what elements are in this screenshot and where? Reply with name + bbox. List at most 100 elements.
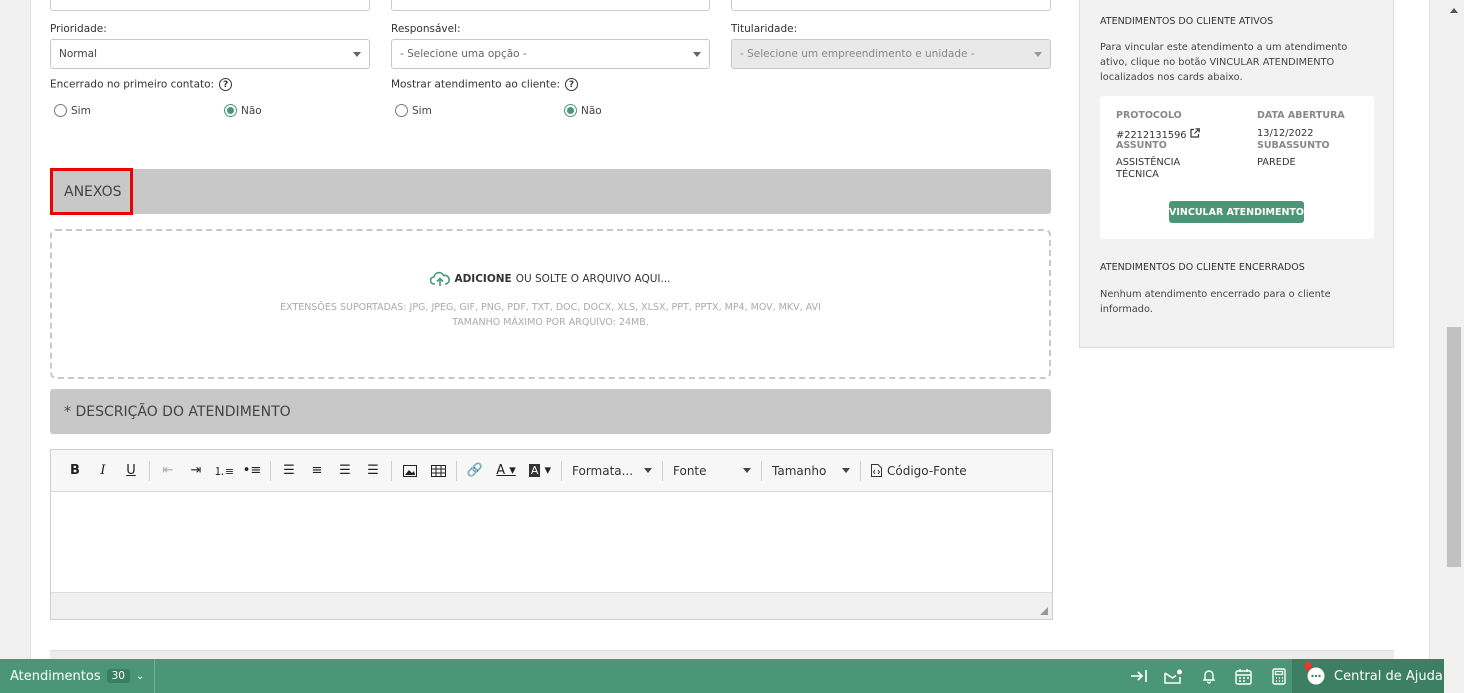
radio-label: Sim bbox=[71, 104, 91, 117]
toolbar-divider bbox=[391, 460, 392, 481]
mostrar-radio-nao[interactable]: Não bbox=[564, 104, 602, 117]
align-right-icon[interactable]: ☰ bbox=[331, 457, 359, 485]
input-field-top-left[interactable] bbox=[50, 0, 370, 11]
indent-icon[interactable]: ⇥ bbox=[182, 457, 210, 485]
drop-file-text: OU SOLTE O ARQUIVO AQUI... bbox=[515, 273, 671, 285]
input-field-top-right[interactable] bbox=[731, 0, 1051, 11]
vertical-scrollbar[interactable] bbox=[1444, 0, 1464, 693]
toolbar-divider bbox=[662, 460, 663, 481]
anexos-section-header[interactable]: ANEXOS bbox=[50, 169, 1051, 214]
atendimento-card: PROTOCOLO DATA ABERTURA #2212131596 13/1… bbox=[1100, 96, 1374, 239]
scrollbar-thumb[interactable] bbox=[1447, 327, 1461, 567]
toolbar-divider bbox=[860, 460, 861, 481]
radio-button[interactable] bbox=[395, 104, 408, 117]
bell-icon[interactable] bbox=[1198, 666, 1219, 687]
chevron-down-icon: ⌄ bbox=[135, 670, 145, 682]
toolbar-divider bbox=[456, 460, 457, 481]
descricao-section-header[interactable]: * DESCRIÇÃO DO ATENDIMENTO bbox=[50, 389, 1051, 434]
footer-icons bbox=[1128, 659, 1289, 693]
size-dropdown-label: Tamanho bbox=[772, 463, 827, 478]
vincular-atendimento-button[interactable]: VINCULAR ATENDIMENTO bbox=[1169, 201, 1304, 223]
source-code-button[interactable]: Código-Fonte bbox=[865, 464, 973, 478]
chevron-down-icon bbox=[743, 468, 751, 473]
assunto-label: ASSUNTO bbox=[1116, 140, 1167, 151]
toolbar-divider bbox=[270, 460, 271, 481]
resize-handle-icon[interactable] bbox=[1040, 607, 1048, 615]
help-icon[interactable]: ? bbox=[219, 78, 233, 91]
chevron-down-icon bbox=[644, 468, 652, 473]
atendimentos-count-badge: 30 bbox=[106, 669, 130, 683]
notification-dot bbox=[1304, 662, 1312, 670]
dropzone-main-text: ADICIONE OU SOLTE O ARQUIVO AQUI... bbox=[52, 271, 1049, 287]
scroll-up-arrow-icon[interactable] bbox=[1450, 8, 1458, 13]
text-color-icon[interactable]: A ▾ bbox=[489, 457, 523, 485]
data-abertura-value: 13/12/2022 bbox=[1257, 128, 1314, 139]
input-field-top-middle[interactable] bbox=[391, 0, 710, 11]
rich-text-editor[interactable]: B I U ⇤ ⇥ ⒈≡ •≡ ☰ ≡ ☰ ☰ 🔗 A ▾ A ▾ Format… bbox=[50, 449, 1053, 620]
align-justify-icon[interactable]: ☰ bbox=[359, 457, 387, 485]
subassunto-value: PAREDE bbox=[1257, 157, 1296, 168]
toolbar-divider bbox=[561, 460, 562, 481]
table-icon[interactable] bbox=[424, 457, 452, 485]
central-de-ajuda-button[interactable]: Central de Ajuda bbox=[1292, 659, 1444, 693]
data-abertura-label: DATA ABERTURA bbox=[1257, 110, 1345, 121]
assunto-value: ASSISTÊNCIA TÉCNICA bbox=[1116, 157, 1181, 180]
encerrado-radio-nao[interactable]: Não bbox=[224, 104, 262, 117]
align-left-icon[interactable]: ☰ bbox=[275, 457, 303, 485]
mail-icon[interactable] bbox=[1163, 666, 1184, 687]
background-color-icon[interactable]: A ▾ bbox=[523, 457, 557, 485]
prioridade-select[interactable]: Normal bbox=[50, 39, 370, 69]
mostrar-label: Mostrar atendimento ao cliente: bbox=[391, 78, 560, 91]
bulleted-list-icon[interactable]: •≡ bbox=[238, 457, 266, 485]
responsavel-label: Responsável: bbox=[391, 23, 461, 35]
titularidade-label: Titularidade: bbox=[731, 23, 798, 35]
format-dropdown-label: Formata... bbox=[572, 463, 634, 478]
radio-label: Não bbox=[581, 104, 602, 117]
responsavel-value: - Selecione uma opção - bbox=[400, 48, 527, 60]
add-file-link[interactable]: ADICIONE bbox=[454, 273, 511, 285]
numbered-list-icon[interactable]: ⒈≡ bbox=[210, 457, 238, 485]
chevron-down-icon bbox=[353, 51, 361, 57]
align-center-icon[interactable]: ≡ bbox=[303, 457, 331, 485]
external-link-icon[interactable] bbox=[1190, 128, 1200, 138]
collapse-right-icon[interactable] bbox=[1128, 666, 1149, 687]
italic-icon[interactable]: I bbox=[89, 457, 117, 485]
max-file-size: TAMANHO MÁXIMO POR ARQUIVO: 24MB. bbox=[452, 317, 649, 328]
help-icon[interactable]: ? bbox=[564, 78, 578, 91]
size-dropdown[interactable]: Tamanho bbox=[766, 464, 856, 478]
encerrado-radio-sim[interactable]: Sim bbox=[54, 104, 91, 117]
chevron-down-icon bbox=[1034, 51, 1042, 57]
radio-label: Sim bbox=[412, 104, 432, 117]
highlight-box bbox=[50, 168, 133, 215]
client-atendimentos-panel: ATENDIMENTOS DO CLIENTE ATIVOS Para vinc… bbox=[1079, 0, 1394, 348]
radio-button-selected[interactable] bbox=[564, 104, 577, 117]
source-code-icon bbox=[871, 464, 882, 477]
atendimentos-tab[interactable]: Atendimentos 30 ⌄ bbox=[0, 659, 156, 693]
format-dropdown[interactable]: Formata... bbox=[566, 464, 658, 478]
chevron-down-icon bbox=[842, 468, 850, 473]
font-dropdown-label: Fonte bbox=[673, 463, 707, 478]
toolbar-divider bbox=[761, 460, 762, 481]
descricao-title: * DESCRIÇÃO DO ATENDIMENTO bbox=[64, 403, 291, 420]
calendar-icon[interactable] bbox=[1233, 666, 1254, 687]
editor-status-bar bbox=[51, 592, 1052, 619]
underline-icon[interactable]: U bbox=[117, 457, 145, 485]
atendimentos-label: Atendimentos bbox=[10, 668, 101, 684]
file-dropzone[interactable]: ADICIONE OU SOLTE O ARQUIVO AQUI... EXTE… bbox=[50, 229, 1051, 379]
encerrado-label-row: Encerrado no primeiro contato:? bbox=[50, 78, 233, 91]
mostrar-radio-sim[interactable]: Sim bbox=[395, 104, 432, 117]
responsavel-select[interactable]: - Selecione uma opção - bbox=[391, 39, 710, 69]
outdent-icon[interactable]: ⇤ bbox=[154, 457, 182, 485]
titularidade-value: - Selecione um empreendimento e unidade … bbox=[740, 48, 975, 60]
calculator-icon[interactable] bbox=[1268, 666, 1289, 687]
protocolo-label: PROTOCOLO bbox=[1116, 110, 1182, 121]
bold-icon[interactable]: B bbox=[61, 457, 89, 485]
image-icon[interactable] bbox=[396, 457, 424, 485]
radio-button-selected[interactable] bbox=[224, 104, 237, 117]
titularidade-select: - Selecione um empreendimento e unidade … bbox=[731, 39, 1051, 69]
font-dropdown[interactable]: Fonte bbox=[667, 464, 757, 478]
link-icon[interactable]: 🔗 bbox=[461, 457, 489, 485]
editor-toolbar: B I U ⇤ ⇥ ⒈≡ •≡ ☰ ≡ ☰ ☰ 🔗 A ▾ A ▾ Format… bbox=[51, 450, 1052, 492]
editor-text-area[interactable] bbox=[51, 492, 1052, 592]
radio-button[interactable] bbox=[54, 104, 67, 117]
